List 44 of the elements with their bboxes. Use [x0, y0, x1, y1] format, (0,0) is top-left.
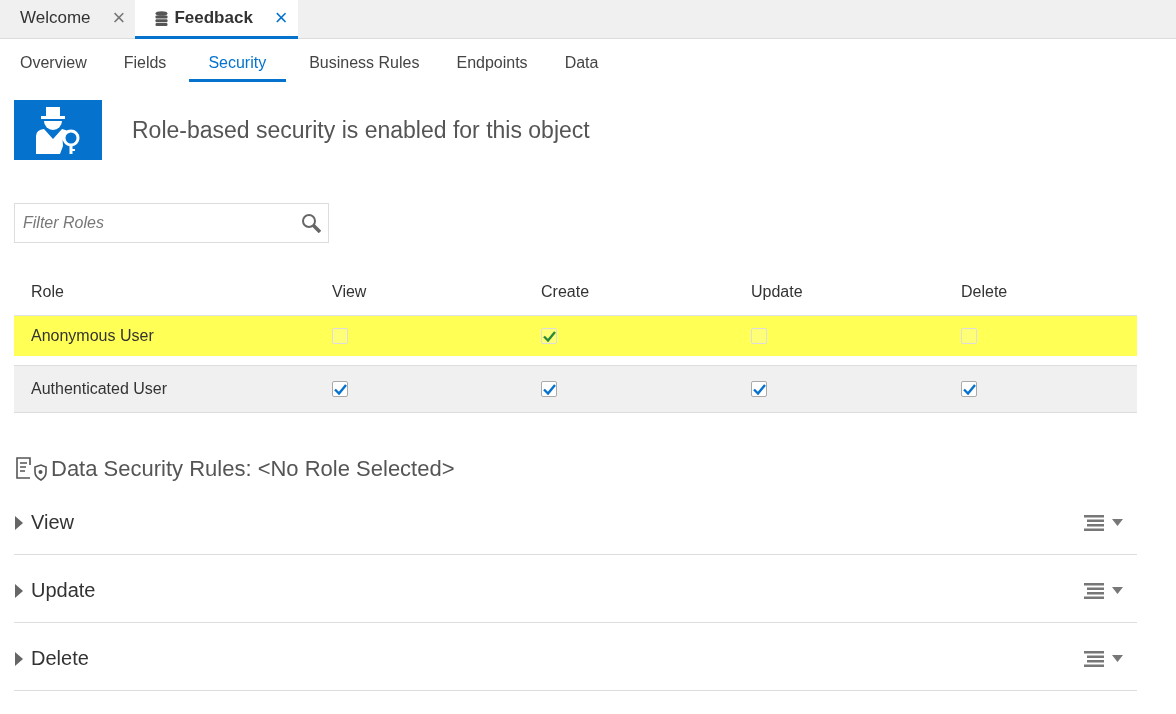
column-header: Delete [961, 283, 1009, 301]
rules-shield-icon [14, 456, 47, 482]
expand-toggle-icon[interactable] [14, 515, 24, 530]
permission-checkbox[interactable] [961, 381, 977, 397]
database-icon [155, 10, 169, 26]
security-message: Role-based security is enabled for this object [132, 116, 590, 144]
tab[interactable]: Security [189, 47, 287, 82]
list-menu-button[interactable] [1084, 514, 1123, 531]
caret-icon [1112, 587, 1123, 594]
role-name: Authenticated User [31, 380, 169, 398]
column-header: Role [31, 283, 65, 301]
caret-icon [1112, 655, 1123, 662]
caret-icon [1112, 519, 1123, 526]
document-tab[interactable]: Feedback × [135, 0, 298, 39]
search-icon[interactable] [301, 213, 321, 233]
document-tab[interactable]: Welcome × [0, 0, 136, 39]
expand-toggle-icon[interactable] [14, 651, 24, 666]
list-icon [1084, 514, 1104, 531]
expand-toggle-icon[interactable] [14, 583, 24, 598]
list-icon [1084, 650, 1104, 667]
column-header: View [332, 283, 368, 301]
section-label[interactable]: Delete [31, 647, 1084, 670]
table-row[interactable]: Authenticated User [14, 365, 1137, 413]
security-user-icon [14, 100, 102, 160]
column-header: Create [541, 283, 591, 301]
column-header: Update [751, 283, 804, 301]
tab[interactable]: Business Rules [295, 47, 434, 82]
filter-field[interactable]: Filter Roles [14, 203, 329, 243]
permission-checkbox[interactable] [332, 381, 348, 397]
close-button[interactable]: × [112, 5, 126, 31]
permission-checkbox[interactable] [541, 381, 557, 397]
section-title: Data Security Rules: <No Role Selected> [51, 456, 455, 482]
tab[interactable]: Overview [6, 47, 101, 82]
section-label[interactable]: Update [31, 579, 1084, 602]
tab[interactable]: Data [550, 47, 613, 82]
list-menu-button[interactable] [1084, 582, 1123, 599]
tab[interactable]: Endpoints [442, 47, 542, 82]
tab[interactable]: Fields [109, 47, 181, 82]
section-label[interactable]: View [31, 511, 1084, 534]
permission-checkbox[interactable] [751, 381, 767, 397]
list-menu-button[interactable] [1084, 650, 1123, 667]
list-icon [1084, 582, 1104, 599]
close-button[interactable]: × [274, 5, 288, 31]
role-name: Anonymous User [31, 327, 155, 345]
